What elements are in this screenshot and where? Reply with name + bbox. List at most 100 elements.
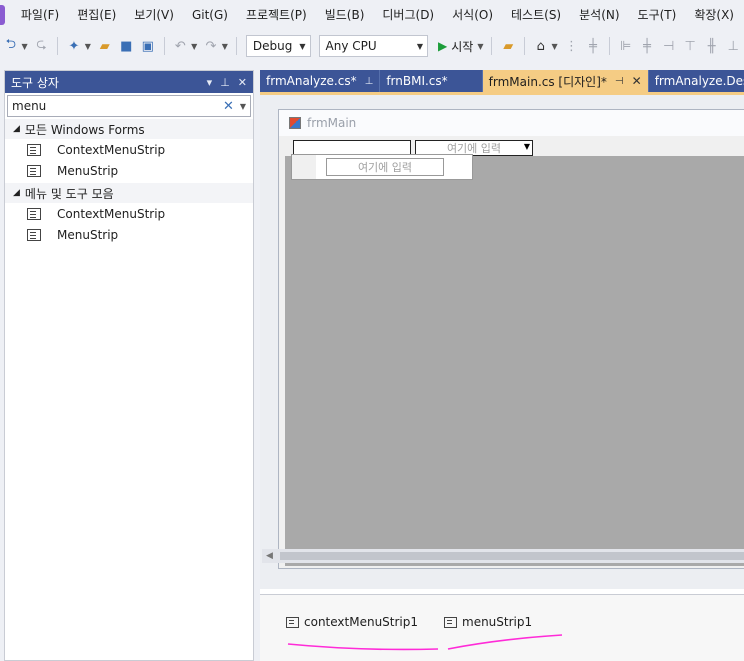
context-menu-type-here[interactable]: 여기에 입력: [326, 158, 444, 176]
context-menu-strip-icon: [27, 143, 41, 156]
toolbox-item[interactable]: ContextMenuStrip: [5, 139, 253, 160]
menu-analyze[interactable]: 분석(N): [571, 0, 629, 30]
scrollbar-thumb[interactable]: [280, 552, 744, 560]
expand-triangle-icon: ◢: [13, 188, 20, 198]
menu-bar: 파일(F) 편집(E) 보기(V) Git(G) 프로젝트(P) 빌드(B) 디…: [0, 0, 744, 30]
toolbox-item[interactable]: MenuStrip: [5, 160, 253, 181]
toolbox-item-label: MenuStrip: [57, 227, 119, 242]
align-top-icon[interactable]: ⊤: [681, 37, 699, 55]
new-project-icon[interactable]: ✦: [65, 37, 83, 55]
document-area: frmAnalyze.cs* ⊥ frnBMI.cs* frmMain.cs […: [260, 70, 744, 661]
toolbox-panel: 도구 상자 ▾ ⊥ ✕ menu ✕ ▼ ◢ 모든 Windows Forms …: [4, 70, 254, 661]
menu-git[interactable]: Git(G): [184, 0, 238, 30]
start-button[interactable]: 시작: [451, 38, 473, 55]
toolbox-item[interactable]: ContextMenuStrip: [5, 203, 253, 224]
menu-debug[interactable]: 디버그(D): [374, 0, 444, 30]
align-vertical-icon[interactable]: ╫: [703, 37, 721, 55]
align-bottom-icon[interactable]: ⊥: [724, 37, 742, 55]
tray-item-menu-strip[interactable]: menuStrip1: [444, 615, 532, 629]
context-menu-strip-preview[interactable]: 여기에 입력: [291, 154, 473, 180]
toolbar-overflow-icon[interactable]: ▼: [552, 42, 558, 51]
back-icon[interactable]: ⮌: [2, 37, 20, 55]
toolbox-title: 도구 상자: [11, 75, 59, 90]
tab-label: frmAnalyze.Designer.cs: [654, 74, 744, 88]
pin-icon[interactable]: ⊥: [365, 76, 374, 87]
close-icon[interactable]: ✕: [632, 74, 642, 88]
home-icon[interactable]: ⌂: [532, 37, 550, 55]
menu-file[interactable]: 파일(F): [13, 0, 69, 30]
toolbox-search-input[interactable]: menu ✕ ▼: [7, 95, 251, 117]
context-menu-strip-icon: [286, 616, 299, 628]
solution-configuration-select[interactable]: Debug ▼: [245, 35, 311, 57]
save-all-icon[interactable]: ▣: [139, 37, 157, 55]
new-dropdown-icon[interactable]: ▼: [85, 42, 91, 51]
undo-icon[interactable]: ↶: [172, 37, 190, 55]
type-here-placeholder: 여기에 입력: [357, 161, 413, 174]
save-icon[interactable]: ■: [117, 37, 135, 55]
menu-extensions[interactable]: 확장(X): [686, 0, 744, 30]
form-title-bar[interactable]: frmMain: [279, 110, 744, 136]
menu-strip-icon: [27, 228, 41, 241]
tab-label: frnBMI.cs*: [386, 74, 448, 88]
menu-strip-preview[interactable]: 여기에 입력 ▼: [279, 136, 744, 156]
tray-item-label: menuStrip1: [462, 615, 533, 629]
align-left-icon[interactable]: ⊫: [617, 37, 635, 55]
menu-view[interactable]: 보기(V): [126, 0, 184, 30]
solution-platform-select[interactable]: Any CPU ▼: [318, 35, 428, 57]
menu-build[interactable]: 빌드(B): [317, 0, 375, 30]
search-options-icon[interactable]: ▼: [240, 102, 246, 111]
forward-icon[interactable]: ⮎: [33, 37, 51, 55]
toolbox-group-menus-toolbars[interactable]: ◢ 메뉴 및 도구 모음: [5, 183, 253, 203]
standard-toolbar: ⮌ ▼ ⮎ ✦ ▼ ▰ ■ ▣ ↶ ▼ ↷ ▼ Debug ▼ Any CPU …: [0, 30, 744, 62]
component-tray: contextMenuStrip1 menuStrip1: [260, 594, 744, 661]
close-icon[interactable]: ✕: [238, 76, 247, 89]
toolbar-separator: [57, 37, 59, 55]
tab-frmmain-designer[interactable]: frmMain.cs [디자인]* ⊣ ✕: [482, 70, 649, 92]
toolbar-separator: [163, 37, 165, 55]
align-middle-icon[interactable]: ╪: [638, 37, 656, 55]
align-center-icon[interactable]: ╪: [584, 37, 602, 55]
menu-edit[interactable]: 편집(E): [69, 0, 126, 30]
designer-horizontal-scrollbar[interactable]: ◀: [262, 549, 744, 563]
toolbox-item-label: MenuStrip: [57, 163, 119, 178]
browse-folder-icon[interactable]: ▰: [499, 37, 517, 55]
undo-dropdown-icon[interactable]: ▼: [191, 42, 197, 51]
align-right-icon[interactable]: ⊣: [660, 37, 678, 55]
chevron-down-icon[interactable]: ▼: [524, 142, 530, 151]
search-value: menu: [12, 99, 47, 113]
pin-icon[interactable]: ⊣: [615, 76, 624, 87]
menu-project[interactable]: 프로젝트(P): [238, 0, 317, 30]
tray-item-label: contextMenuStrip1: [304, 615, 419, 629]
menu-format[interactable]: 서식(O): [444, 0, 503, 30]
form-client-area[interactable]: [285, 156, 744, 566]
menu-test[interactable]: 테스트(S): [503, 0, 571, 30]
start-dropdown-icon[interactable]: ▼: [477, 42, 483, 51]
form-preview[interactable]: frmMain 여기에 입력 ▼ 여기에 입력: [278, 109, 744, 569]
scroll-left-icon[interactable]: ◀: [266, 551, 273, 561]
chevron-down-icon: ▼: [416, 41, 423, 51]
toolbox-item-label: ContextMenuStrip: [57, 206, 166, 221]
back-dropdown-icon[interactable]: ▼: [22, 42, 28, 51]
clear-search-icon[interactable]: ✕: [223, 99, 234, 114]
redo-dropdown-icon[interactable]: ▼: [222, 42, 228, 51]
document-tabstrip: frmAnalyze.cs* ⊥ frnBMI.cs* frmMain.cs […: [260, 70, 744, 92]
start-play-icon[interactable]: ▶: [438, 39, 447, 53]
platform-value: Any CPU: [325, 39, 377, 53]
toolbox-item[interactable]: MenuStrip: [5, 224, 253, 245]
tab-frmanalyze-cs[interactable]: frmAnalyze.cs* ⊥: [260, 70, 381, 92]
tray-item-context-menu-strip[interactable]: contextMenuStrip1: [286, 615, 418, 629]
grid-icon[interactable]: ⋮: [563, 37, 581, 55]
pin-icon[interactable]: ⊥: [220, 76, 230, 89]
menu-tools[interactable]: 도구(T): [630, 0, 687, 30]
window-position-icon[interactable]: ▾: [207, 76, 213, 89]
toolbox-group-all-windows-forms[interactable]: ◢ 모든 Windows Forms: [5, 119, 253, 139]
form-designer-surface[interactable]: frmMain 여기에 입력 ▼ 여기에 입력: [260, 92, 744, 589]
expand-triangle-icon: ◢: [13, 124, 20, 134]
chevron-down-icon: ▼: [299, 41, 306, 51]
open-folder-icon[interactable]: ▰: [96, 37, 114, 55]
toolbar-separator: [524, 37, 525, 55]
visual-studio-logo[interactable]: [0, 5, 5, 25]
tab-frmanalyze-designer[interactable]: frmAnalyze.Designer.cs: [649, 70, 744, 92]
redo-icon[interactable]: ↷: [202, 37, 220, 55]
tab-frnbmi-cs[interactable]: frnBMI.cs*: [380, 70, 483, 92]
